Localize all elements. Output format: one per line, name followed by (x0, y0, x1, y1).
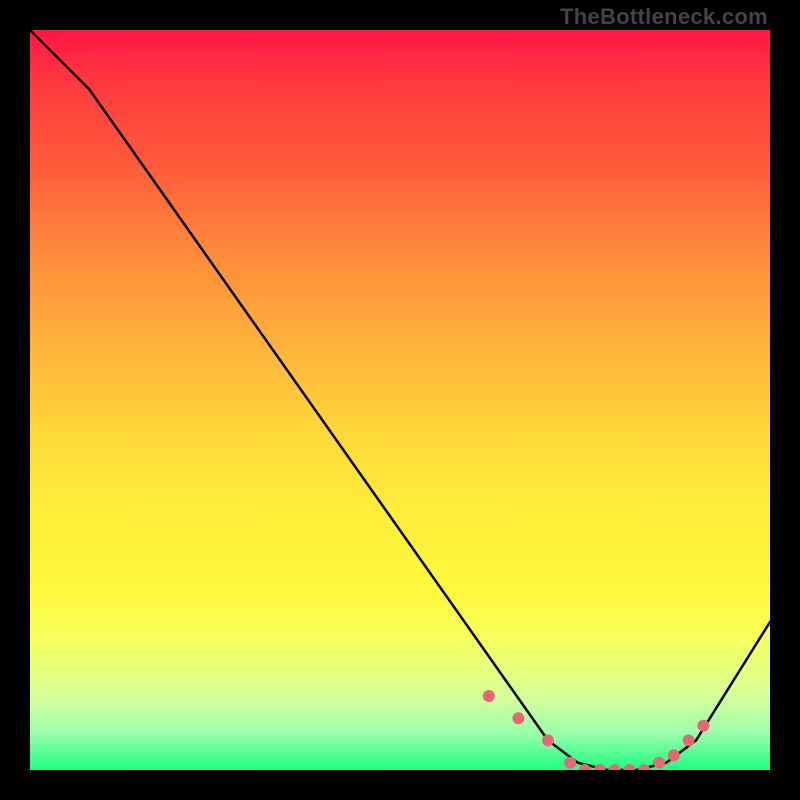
marker-dot (653, 757, 665, 769)
marker-dot (623, 764, 635, 770)
marker-dot (638, 764, 650, 770)
plot-area (30, 30, 770, 770)
chart-svg (30, 30, 770, 770)
highlighted-points (483, 690, 710, 770)
marker-dot (609, 764, 621, 770)
marker-dot (697, 720, 709, 732)
marker-dot (564, 757, 576, 769)
marker-dot (683, 734, 695, 746)
marker-dot (483, 690, 495, 702)
marker-dot (668, 749, 680, 761)
chart-frame: TheBottleneck.com (0, 0, 800, 800)
watermark-label: TheBottleneck.com (560, 4, 768, 30)
bottleneck-curve (30, 30, 770, 770)
marker-dot (512, 712, 524, 724)
marker-dot (542, 734, 554, 746)
marker-dot (594, 764, 606, 770)
